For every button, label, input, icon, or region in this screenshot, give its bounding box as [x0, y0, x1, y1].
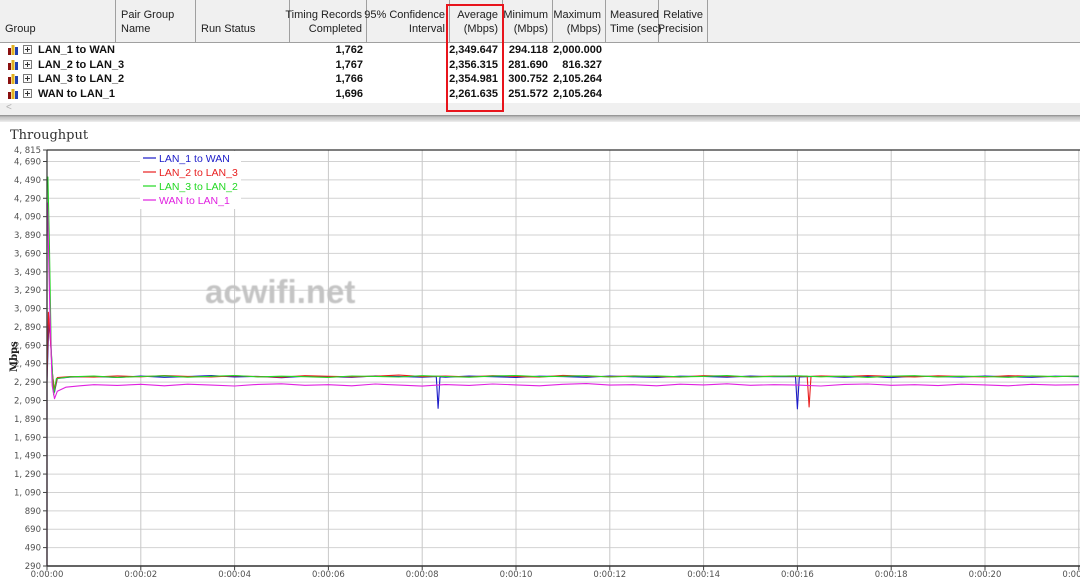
expand-plus-icon[interactable] [23, 59, 32, 69]
maximum-value: 816.327 [562, 58, 602, 71]
maximum-value: 2,105.264 [553, 73, 602, 85]
chart-title: Throughput [10, 128, 89, 143]
y-tick-label: 3, 490 [14, 268, 41, 278]
y-tick-label: 2, 090 [14, 397, 41, 407]
column-header-confidence-interval[interactable]: 95% Confidence Interval [364, 0, 450, 42]
column-header-relative-precision[interactable]: Relative Precision [657, 0, 708, 42]
throughput-chart: acwifi.net 4, 8154, 690 4, 490 4, 290 4, 09… [9, 146, 1080, 580]
panel-splitter[interactable] [0, 115, 1080, 122]
column-header-label: Relative Precision [657, 9, 703, 35]
chart-axes [46, 149, 1080, 567]
x-tick-label: 0:00:06 [312, 570, 345, 580]
y-tick-label: 2, 290 [14, 378, 41, 388]
y-tick-label: 690 [25, 525, 41, 535]
y-tick-label: 490 [25, 544, 41, 554]
legend-label: LAN_2 to LAN_3 [159, 167, 238, 179]
group-name: WAN to LAN_1 [38, 87, 115, 100]
y-tick-label: 4, 090 [14, 213, 41, 223]
bar-chart-icon [8, 74, 18, 84]
x-tick-label: 0:00:22 [1062, 570, 1080, 580]
column-header-timing-records[interactable]: Timing Records Completed [285, 0, 367, 42]
x-tick-label: 0:00:04 [218, 570, 251, 580]
x-tick-label: 0:00:16 [781, 570, 814, 580]
x-tick-label: 0:00:12 [593, 570, 626, 580]
scroll-left-arrow-icon[interactable]: < [6, 102, 12, 113]
column-header-pair-group-name[interactable]: Pair Group Name [116, 0, 196, 42]
minimum-value: 281.690 [508, 58, 548, 71]
minimum-value: 300.752 [508, 73, 548, 85]
table-row[interactable]: LAN_2 to LAN_3 1,767 2,356.315 281.690 8… [0, 58, 1080, 73]
column-header-maximum[interactable]: Maximum (Mbps) [553, 0, 606, 42]
column-header-label: Maximum (Mbps) [553, 9, 601, 35]
column-header-measured-time[interactable]: Measured Time (sec) [606, 0, 662, 42]
minimum-value: 294.118 [508, 44, 548, 56]
timing-records-value: 1,762 [335, 44, 363, 56]
x-tick-label: 0:00:18 [875, 570, 908, 580]
y-tick-label: 4, 690 [14, 157, 41, 167]
watermark: acwifi.net [205, 273, 355, 310]
x-tick-label: 0:00:20 [969, 570, 1002, 580]
series-line-lan-2-to-lan-3 [46, 311, 1079, 566]
column-header-label: 95% Confidence Interval [364, 9, 445, 35]
results-table-header: Group Pair Group Name Run Status Timing R… [0, 0, 1080, 43]
chart-ticks: 4, 8154, 690 4, 490 4, 290 4, 090 3, 890 3, 6… [14, 146, 1080, 580]
maximum-value: 2,000.000 [553, 44, 602, 56]
y-tick-label: 1, 490 [14, 452, 41, 462]
y-tick-label: 3, 890 [14, 231, 41, 241]
y-tick-label: 1, 890 [14, 415, 41, 425]
column-header-label: Measured Time (sec) [610, 9, 662, 35]
bar-chart-icon [8, 59, 18, 70]
x-tick-label: 0:00:00 [31, 570, 64, 580]
column-header-label: Run Status [201, 23, 256, 35]
timing-records-value: 1,696 [335, 87, 363, 100]
group-name: LAN_2 to LAN_3 [38, 58, 125, 71]
x-tick-label: 0:00:14 [687, 570, 720, 580]
column-header-group[interactable]: Group [0, 0, 116, 42]
group-name: LAN_1 to WAN [38, 44, 115, 56]
timing-records-value: 1,766 [335, 73, 363, 85]
y-tick-label: 1, 290 [14, 470, 41, 480]
y-axis-label: Mbps [9, 341, 20, 372]
expand-plus-icon[interactable] [23, 45, 32, 54]
y-tick-label: 1, 690 [14, 433, 41, 443]
timing-records-value: 1,767 [335, 58, 363, 71]
horizontal-scrollbar[interactable]: < [0, 102, 1080, 115]
bar-chart-icon [8, 45, 18, 55]
minimum-value: 251.572 [508, 87, 548, 100]
y-tick-label: 3, 690 [14, 249, 41, 259]
legend-label: WAN to LAN_1 [159, 195, 230, 207]
results-table-body: LAN_1 to WAN 1,762 2,349.647 294.118 2,0… [0, 43, 1080, 103]
expand-plus-icon[interactable] [23, 88, 32, 98]
y-tick-label: 4, 815 [14, 146, 41, 156]
expand-plus-icon[interactable] [23, 74, 32, 83]
table-row[interactable]: WAN to LAN_1 1,696 2,261.635 251.572 2,1… [0, 87, 1080, 102]
x-tick-label: 0:00:02 [124, 570, 157, 580]
column-header-minimum[interactable]: Minimum (Mbps) [503, 0, 553, 42]
x-tick-label: 0:00:08 [406, 570, 439, 580]
legend-label: LAN_1 to WAN [159, 153, 230, 165]
x-tick-label: 0:00:10 [500, 570, 533, 580]
average-column-highlight [446, 4, 504, 112]
bar-chart-icon [8, 88, 18, 99]
column-header-run-status[interactable]: Run Status [196, 0, 290, 42]
column-header-label: Pair Group Name [121, 9, 175, 35]
table-row[interactable]: LAN_1 to WAN 1,762 2,349.647 294.118 2,0… [0, 43, 1080, 58]
column-header-label: Timing Records Completed [285, 9, 362, 35]
y-tick-label: 1, 090 [14, 488, 41, 498]
column-header-label: Group [5, 23, 36, 35]
y-tick-label: 2, 890 [14, 323, 41, 333]
table-row[interactable]: LAN_3 to LAN_2 1,766 2,354.981 300.752 2… [0, 72, 1080, 87]
legend-label: LAN_3 to LAN_2 [159, 181, 238, 193]
y-tick-label: 4, 290 [14, 194, 41, 204]
maximum-value: 2,105.264 [553, 87, 602, 100]
series-line-wan-to-lan-1 [46, 202, 1079, 566]
y-tick-label: 3, 090 [14, 305, 41, 315]
y-tick-label: 890 [25, 507, 41, 517]
column-header-label: Minimum (Mbps) [503, 9, 548, 35]
chart-grid [47, 150, 1080, 566]
chart-legend: LAN_1 to WAN LAN_2 to LAN_3 LAN_3 to LAN_2… [140, 151, 241, 209]
y-tick-label: 3, 290 [14, 286, 41, 296]
y-tick-label: 4, 490 [14, 176, 41, 186]
group-name: LAN_3 to LAN_2 [38, 73, 125, 85]
